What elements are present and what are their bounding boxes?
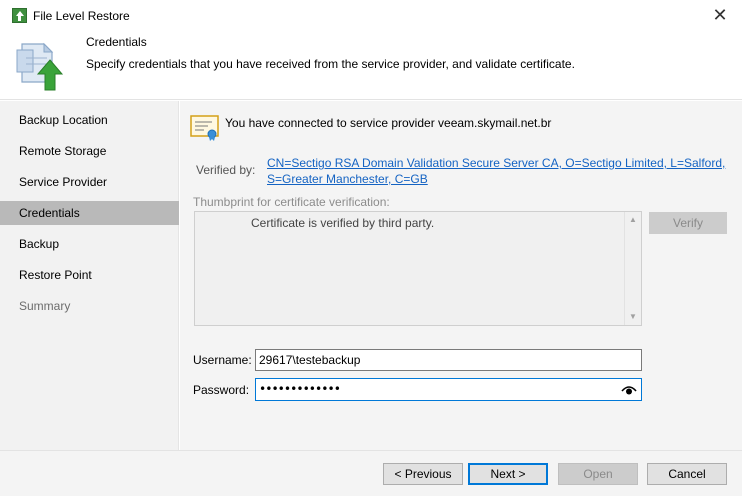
- sidebar-item-service-provider[interactable]: Service Provider: [0, 170, 179, 194]
- thumbprint-label: Thumbprint for certificate verification:: [193, 195, 390, 209]
- thumbprint-scrollbar[interactable]: ▲ ▼: [624, 212, 641, 325]
- close-button[interactable]: ✕: [706, 4, 734, 26]
- certificate-icon: [190, 115, 219, 141]
- connection-status-text: You have connected to service provider v…: [225, 116, 552, 130]
- wizard-header: Credentials Specify credentials that you…: [0, 30, 742, 100]
- sidebar-item-restore-point[interactable]: Restore Point: [0, 263, 179, 287]
- title-bar: File Level Restore ✕: [0, 0, 742, 30]
- open-button: Open: [558, 463, 638, 485]
- page-description: Specify credentials that you have receiv…: [86, 57, 575, 71]
- sidebar-item-backup[interactable]: Backup: [0, 232, 179, 256]
- thumbprint-textbox: Certificate is verified by third party. …: [194, 211, 642, 326]
- wizard-footer: < Previous Next > Open Cancel: [0, 450, 742, 496]
- certificate-issuer-link[interactable]: CN=Sectigo RSA Domain Validation Secure …: [267, 155, 727, 187]
- cancel-button[interactable]: Cancel: [647, 463, 727, 485]
- sidebar-item-summary: Summary: [19, 299, 71, 313]
- page-title: Credentials: [86, 35, 147, 49]
- verify-button: Verify: [649, 212, 727, 234]
- password-input[interactable]: •••••••••••••: [255, 378, 642, 401]
- restore-app-icon: [12, 8, 27, 23]
- sidebar-item-remote-storage[interactable]: Remote Storage: [0, 139, 179, 163]
- window-title: File Level Restore: [33, 9, 130, 23]
- scroll-down-arrow-icon[interactable]: ▼: [625, 309, 641, 325]
- username-input[interactable]: 29617\testebackup: [255, 349, 642, 371]
- wizard-steps-sidebar: Backup Location Remote Storage Service P…: [0, 101, 179, 450]
- certificate-issuer-line-2[interactable]: S=Greater Manchester, C=GB: [267, 171, 727, 187]
- verified-by-label: Verified by:: [196, 163, 256, 177]
- sidebar-item-credentials[interactable]: Credentials: [0, 201, 179, 225]
- show-password-icon[interactable]: [621, 384, 637, 396]
- next-button[interactable]: Next >: [468, 463, 548, 485]
- thumbprint-text: Certificate is verified by third party.: [251, 216, 435, 230]
- credentials-panel: You have connected to service provider v…: [180, 101, 742, 450]
- scroll-up-arrow-icon[interactable]: ▲: [625, 212, 641, 228]
- sidebar-item-backup-location[interactable]: Backup Location: [0, 108, 179, 132]
- restore-wizard-icon: [16, 42, 64, 91]
- username-label: Username:: [193, 353, 252, 367]
- previous-button[interactable]: < Previous: [383, 463, 463, 485]
- certificate-issuer-line-1[interactable]: CN=Sectigo RSA Domain Validation Secure …: [267, 155, 727, 171]
- password-label: Password:: [193, 383, 250, 397]
